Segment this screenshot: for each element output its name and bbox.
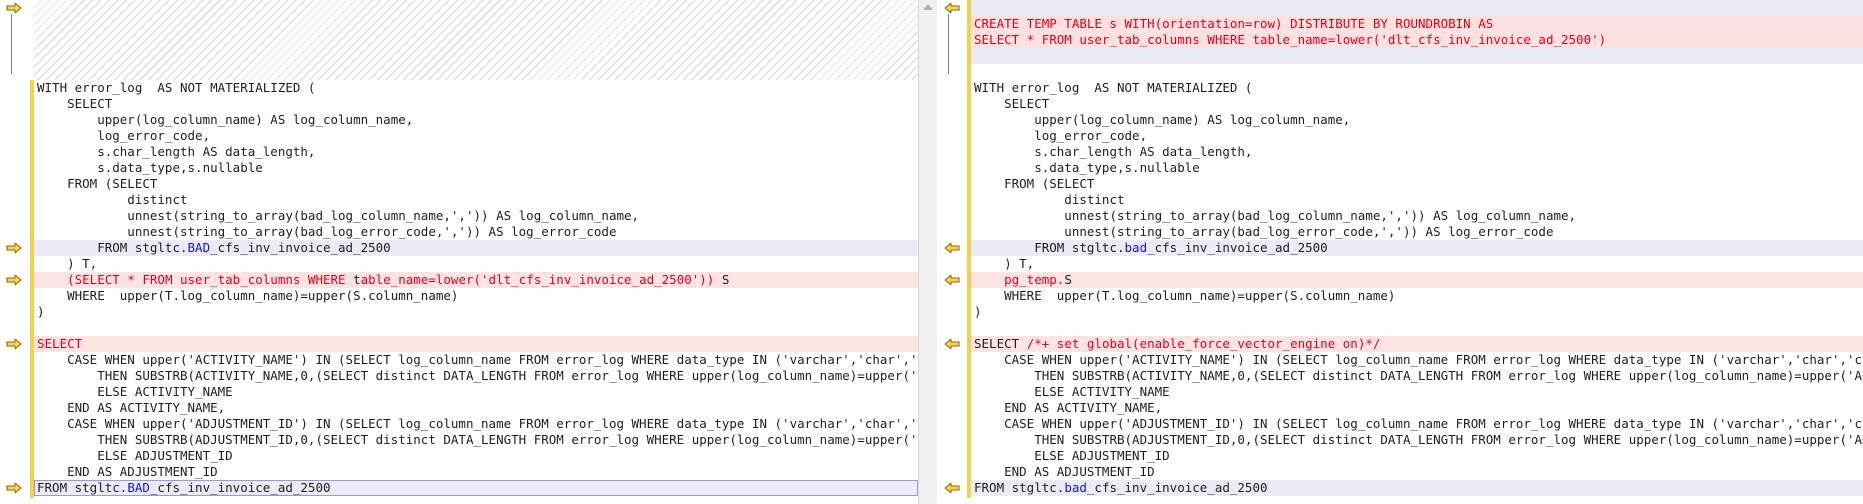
- code-line[interactable]: s.char_length AS data_length,: [971, 144, 1863, 160]
- code-segment: FROM stgltc.: [37, 480, 128, 495]
- code-line[interactable]: END AS ACTIVITY_NAME,: [34, 400, 918, 416]
- code-segment: _cfs_inv_invoice_ad_2500: [1086, 480, 1268, 495]
- empty-line: [971, 0, 1863, 16]
- copy-left-arrow-icon[interactable]: [944, 275, 960, 285]
- code-line[interactable]: CASE WHEN upper('ACTIVITY_NAME') IN (SEL…: [971, 352, 1863, 368]
- code-line[interactable]: ) T,: [971, 256, 1863, 272]
- code-line[interactable]: THEN SUBSTRB(ACTIVITY_NAME,0,(SELECT dis…: [971, 368, 1863, 384]
- code-line[interactable]: END AS ADJUSTMENT_ID: [971, 464, 1863, 480]
- copy-left-arrow-icon[interactable]: [944, 339, 960, 349]
- copy-right-arrow-icon[interactable]: [6, 339, 22, 349]
- copy-right-arrow-icon[interactable]: [6, 275, 22, 285]
- changed-segment: BAD: [127, 480, 150, 495]
- modified-code-line[interactable]: FROM stgltc.BAD_cfs_inv_invoice_ad_2500: [34, 480, 918, 496]
- added-segment: SELECT * FROM user_tab_columns WHERE tab…: [974, 32, 1607, 47]
- code-segment: S: [1064, 272, 1072, 287]
- code-line[interactable]: FROM (SELECT: [34, 176, 918, 192]
- modified-code-line[interactable]: FROM stgltc.bad_cfs_inv_invoice_ad_2500: [971, 480, 1863, 496]
- code-segment: _cfs_inv_invoice_ad_2500: [1147, 240, 1328, 255]
- code-line[interactable]: END AS ADJUSTMENT_ID: [34, 464, 918, 480]
- code-line[interactable]: ELSE ADJUSTMENT_ID: [971, 448, 1863, 464]
- removed-segment: SELECT: [37, 336, 83, 351]
- empty-line: [971, 64, 1863, 80]
- code-line[interactable]: CASE WHEN upper('ADJUSTMENT_ID') IN (SEL…: [971, 416, 1863, 432]
- code-line[interactable]: END AS ACTIVITY_NAME,: [971, 400, 1863, 416]
- copy-right-arrow-icon[interactable]: [6, 483, 22, 493]
- gutter-bracket: [11, 14, 12, 74]
- empty-line: [971, 48, 1863, 64]
- code-line[interactable]: ): [34, 304, 918, 320]
- code-segment: S: [714, 272, 730, 287]
- code-segment: _cfs_inv_invoice_ad_2500: [149, 480, 331, 495]
- copy-right-arrow-icon[interactable]: [6, 3, 22, 13]
- splitter-grip-icon: [923, 4, 933, 10]
- code-line[interactable]: [34, 320, 918, 336]
- code-line[interactable]: ELSE ADJUSTMENT_ID: [34, 448, 918, 464]
- code-line[interactable]: ELSE ACTIVITY_NAME: [34, 384, 918, 400]
- code-line[interactable]: ELSE ACTIVITY_NAME: [971, 384, 1863, 400]
- code-line[interactable]: THEN SUBSTRB(ACTIVITY_NAME,0,(SELECT dis…: [34, 368, 918, 384]
- added-code-line[interactable]: CREATE TEMP TABLE s WITH(orientation=row…: [971, 16, 1863, 32]
- code-line[interactable]: unnest(string_to_array(bad_log_error_cod…: [971, 224, 1863, 240]
- code-line[interactable]: WHERE upper(T.log_column_name)=upper(S.c…: [971, 288, 1863, 304]
- code-line[interactable]: distinct: [34, 192, 918, 208]
- changed-segment: BAD: [187, 240, 211, 255]
- code-line[interactable]: CASE WHEN upper('ACTIVITY_NAME') IN (SEL…: [34, 352, 918, 368]
- modified-code-line[interactable]: FROM stgltc.BAD_cfs_inv_invoice_ad_2500: [34, 240, 918, 256]
- conflict-code-line[interactable]: pg_temp.S: [971, 272, 1863, 288]
- code-line[interactable]: upper(log_column_name) AS log_column_nam…: [34, 112, 918, 128]
- code-line[interactable]: unnest(string_to_array(bad_log_error_cod…: [34, 224, 918, 240]
- copy-right-arrow-icon[interactable]: [6, 243, 22, 253]
- code-line[interactable]: SELECT: [971, 96, 1863, 112]
- code-segment: SELECT: [974, 336, 1027, 351]
- code-line[interactable]: ) T,: [34, 256, 918, 272]
- code-line[interactable]: THEN SUBSTRB(ADJUSTMENT_ID,0,(SELECT dis…: [34, 432, 918, 448]
- code-line[interactable]: s.char_length AS data_length,: [34, 144, 918, 160]
- code-line[interactable]: [971, 320, 1863, 336]
- copy-left-arrow-icon[interactable]: [944, 483, 960, 493]
- code-line[interactable]: s.data_type,s.nullable: [34, 160, 918, 176]
- code-line[interactable]: unnest(string_to_array(bad_log_column_na…: [34, 208, 918, 224]
- code-line[interactable]: CASE WHEN upper('ADJUSTMENT_ID') IN (SEL…: [34, 416, 918, 432]
- copy-left-arrow-icon[interactable]: [944, 243, 960, 253]
- code-line[interactable]: SELECT: [34, 96, 918, 112]
- changed-segment: bad: [1064, 480, 1087, 495]
- left-diff-pane[interactable]: WITH error_log AS NOT MATERIALIZED ( SEL…: [0, 0, 918, 504]
- code-line[interactable]: WITH error_log AS NOT MATERIALIZED (: [971, 80, 1863, 96]
- code-line[interactable]: upper(log_column_name) AS log_column_nam…: [971, 112, 1863, 128]
- right-diff-pane[interactable]: CREATE TEMP TABLE s WITH(orientation=row…: [937, 0, 1863, 504]
- code-line[interactable]: log_error_code,: [971, 128, 1863, 144]
- conflict-code-line[interactable]: (SELECT * FROM user_tab_columns WHERE ta…: [34, 272, 918, 288]
- conflict-code-line[interactable]: SELECT: [34, 336, 918, 352]
- code-segment: FROM stgltc.: [974, 240, 1125, 255]
- code-line[interactable]: unnest(string_to_array(bad_log_column_na…: [971, 208, 1863, 224]
- blank-placeholder-region: [34, 0, 918, 80]
- removed-segment: (SELECT * FROM user_tab_columns WHERE: [67, 272, 354, 287]
- code-line[interactable]: s.data_type,s.nullable: [971, 160, 1863, 176]
- added-segment: /*+ set global(enable_force_vector_engin…: [1026, 336, 1381, 351]
- changed-segment: bad: [1124, 240, 1148, 255]
- code-line[interactable]: log_error_code,: [34, 128, 918, 144]
- code-line[interactable]: ): [971, 304, 1863, 320]
- modified-code-line[interactable]: FROM stgltc.bad_cfs_inv_invoice_ad_2500: [971, 240, 1863, 256]
- code-line[interactable]: WHERE upper(T.log_column_name)=upper(S.c…: [34, 288, 918, 304]
- code-segment: t: [353, 272, 361, 287]
- code-segment: FROM stgltc.: [37, 240, 188, 255]
- added-code-line[interactable]: SELECT * FROM user_tab_columns WHERE tab…: [971, 32, 1863, 48]
- pane-splitter[interactable]: [918, 0, 939, 504]
- removed-segment: able_name=lower('dlt_cfs_inv_invoice_ad_…: [360, 272, 715, 287]
- code-segment: _cfs_inv_invoice_ad_2500: [210, 240, 391, 255]
- code-segment: FROM stgltc.: [974, 480, 1065, 495]
- code-line[interactable]: distinct: [971, 192, 1863, 208]
- added-segment: pg_temp.: [1004, 272, 1065, 287]
- conflict-code-line[interactable]: SELECT /*+ set global(enable_force_vecto…: [971, 336, 1863, 352]
- added-segment: CREATE TEMP TABLE s WITH(orientation=row…: [974, 16, 1494, 31]
- code-line[interactable]: WITH error_log AS NOT MATERIALIZED (: [34, 80, 918, 96]
- copy-left-arrow-icon[interactable]: [944, 3, 960, 13]
- gutter-bracket: [948, 14, 949, 74]
- code-line[interactable]: FROM (SELECT: [971, 176, 1863, 192]
- code-line[interactable]: THEN SUBSTRB(ADJUSTMENT_ID,0,(SELECT dis…: [971, 432, 1863, 448]
